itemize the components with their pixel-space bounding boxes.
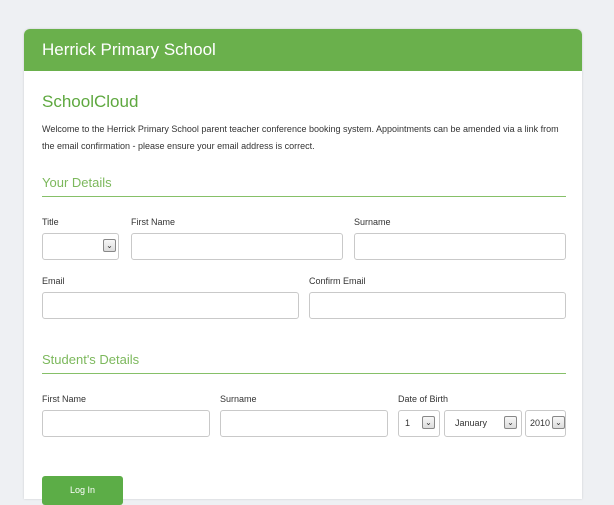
student-surname-input[interactable] xyxy=(220,410,388,437)
email-label: Email xyxy=(42,276,65,286)
first-name-input[interactable] xyxy=(131,233,343,260)
dob-year-value: 2010 xyxy=(530,418,551,428)
dob-label: Date of Birth xyxy=(398,394,449,404)
dob-month-select[interactable]: January ⌄ xyxy=(444,410,522,437)
first-name-label: First Name xyxy=(131,217,176,227)
student-details-divider xyxy=(42,373,566,374)
confirm-email-label: Confirm Email xyxy=(309,276,366,286)
chevron-down-icon: ⌄ xyxy=(422,416,435,429)
student-surname-label: Surname xyxy=(220,394,257,404)
app-name: SchoolCloud xyxy=(42,92,139,111)
title-select[interactable]: ⌄ xyxy=(42,233,119,260)
dob-day-select[interactable]: 1 ⌄ xyxy=(398,410,440,437)
school-name: Herrick Primary School xyxy=(42,40,216,59)
your-details-divider xyxy=(42,196,566,197)
chevron-down-icon: ⌄ xyxy=(103,239,116,252)
login-card: Herrick Primary School SchoolCloud Welco… xyxy=(24,29,582,505)
email-input[interactable] xyxy=(42,292,299,319)
chevron-down-icon: ⌄ xyxy=(552,416,565,429)
your-details-heading: Your Details xyxy=(42,175,112,190)
surname-label: Surname xyxy=(354,217,391,227)
title-label: Title xyxy=(42,217,59,227)
chevron-down-icon: ⌄ xyxy=(504,416,517,429)
student-first-name-label: First Name xyxy=(42,394,87,404)
intro-text: Welcome to the Herrick Primary School pa… xyxy=(42,124,559,151)
dob-day-value: 1 xyxy=(405,418,411,428)
student-first-name-input[interactable] xyxy=(42,410,210,437)
confirm-email-input[interactable] xyxy=(309,292,566,319)
login-button[interactable]: Log In xyxy=(42,476,123,505)
surname-input[interactable] xyxy=(354,233,566,260)
card-header: Herrick Primary School xyxy=(24,29,582,71)
student-details-heading: Student's Details xyxy=(42,352,140,367)
dob-year-select[interactable]: 2010 ⌄ xyxy=(525,410,566,437)
dob-month-value: January xyxy=(455,418,488,428)
